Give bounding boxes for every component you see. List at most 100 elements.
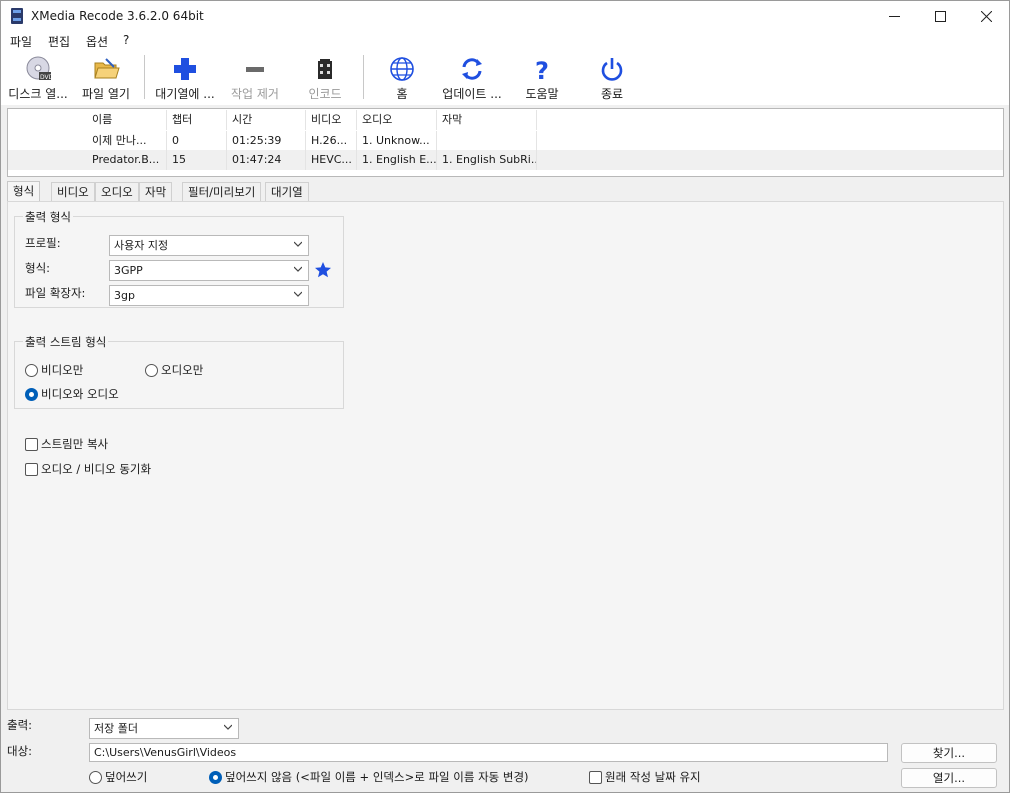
file-list-header: 이름 챕터 시간 비디오 오디오 자막 [8, 110, 1003, 130]
checkbox-box [25, 437, 38, 451]
radio-dot [145, 363, 158, 377]
checkbox-box [25, 462, 38, 476]
maximize-icon[interactable] [917, 1, 963, 31]
tab-format[interactable]: 형식 [7, 181, 41, 202]
add-queue-label: 대기열에 ... [155, 87, 215, 101]
globe-icon [388, 55, 416, 83]
audio-only-radio[interactable]: 오디오만 [145, 362, 203, 378]
question-icon: ? [528, 55, 556, 85]
refresh-icon [458, 55, 486, 83]
table-row[interactable]: Predator.B... 15 01:47:24 HEVC... 1. Eng… [8, 150, 1003, 170]
output-value: 저장 폴더 [94, 722, 138, 735]
remove-job-label: 작업 제거 [231, 87, 279, 101]
tab-filter-preview[interactable]: 필터/미리보기 [182, 182, 262, 201]
minimize-icon[interactable] [871, 1, 917, 31]
cell-name: Predator.B... [87, 150, 167, 170]
output-stream-title: 출력 스트림 형식 [23, 334, 109, 350]
tab-subtitle[interactable]: 자막 [139, 182, 173, 201]
column-chapters[interactable]: 챕터 [167, 110, 227, 130]
update-label: 업데이트 ... [442, 87, 502, 101]
profile-select[interactable]: 사용자 지정 [109, 235, 309, 256]
keep-date-label: 원래 작성 날짜 유지 [605, 770, 701, 784]
chevron-down-icon [294, 241, 302, 247]
film-encode-icon [311, 55, 339, 83]
file-list[interactable]: 이름 챕터 시간 비디오 오디오 자막 이제 만나... 0 01:25:39 … [7, 108, 1004, 177]
update-button[interactable]: 업데이트 ... [439, 53, 505, 103]
home-label: 홈 [396, 87, 408, 101]
av-sync-checkbox[interactable]: 오디오 / 비디오 동기화 [25, 461, 151, 477]
tab-audio[interactable]: 오디오 [95, 182, 139, 201]
menu-help[interactable]: ? [123, 33, 129, 47]
column-subtitle[interactable]: 자막 [437, 110, 537, 130]
keep-date-checkbox[interactable]: 원래 작성 날짜 유지 [589, 769, 701, 785]
toolbar: DVD 디스크 열... 파일 열기 대기열에 ... 작업 제거 인코드 홈 … [1, 51, 1009, 105]
chevron-down-icon [294, 266, 302, 272]
audio-only-label: 오디오만 [161, 363, 204, 377]
file-open-button[interactable]: 파일 열기 [77, 53, 135, 103]
menu-options[interactable]: 옵션 [86, 33, 108, 50]
target-path-field[interactable]: C:\Users\VenusGirl\Videos [89, 743, 888, 762]
copy-streams-label: 스트림만 복사 [41, 437, 109, 451]
column-audio[interactable]: 오디오 [357, 110, 437, 130]
app-window: XMedia Recode 3.6.2.0 64bit 파일 편집 옵션 ? D… [0, 0, 1010, 793]
exit-label: 종료 [600, 87, 624, 101]
overwrite-label: 덮어쓰기 [105, 770, 148, 784]
chevron-down-icon [224, 724, 232, 730]
radio-dot-selected [25, 387, 38, 401]
output-label: 출력: [7, 718, 33, 732]
help-button[interactable]: ? 도움말 [519, 53, 565, 103]
film-app-icon [11, 8, 23, 24]
window-title: XMedia Recode 3.6.2.0 64bit [31, 9, 204, 23]
folder-open-icon [92, 55, 120, 83]
cell-subtitle [437, 131, 537, 151]
output-format-group: 출력 형식 프로필: 사용자 지정 형식: 3GPP 파일 확장자: 3gp [14, 209, 344, 308]
target-label: 대상: [7, 744, 33, 758]
video-audio-radio[interactable]: 비디오와 오디오 [25, 386, 119, 402]
exit-button[interactable]: 종료 [594, 53, 630, 103]
output-select[interactable]: 저장 폴더 [89, 718, 239, 739]
overwrite-radio[interactable]: 덮어쓰기 [89, 769, 147, 785]
video-only-radio[interactable]: 비디오만 [25, 362, 83, 378]
remove-job-button[interactable]: 작업 제거 [225, 53, 285, 103]
toolbar-divider [363, 55, 364, 99]
disc-icon: DVD [24, 55, 54, 83]
toolbar-divider [144, 55, 145, 99]
cell-video: H.26... [306, 131, 357, 151]
cell-time: 01:47:24 [227, 150, 306, 170]
column-time[interactable]: 시간 [227, 110, 306, 130]
favorite-star-icon[interactable] [313, 260, 333, 280]
no-overwrite-label: 덮어쓰지 않음 (<파일 이름 + 인덱스>로 파일 이름 자동 변경) [225, 770, 529, 784]
home-button[interactable]: 홈 [382, 53, 422, 103]
column-video[interactable]: 비디오 [306, 110, 357, 130]
format-select[interactable]: 3GPP [109, 260, 309, 281]
extension-select[interactable]: 3gp [109, 285, 309, 306]
browse-button[interactable]: 찾기... [901, 743, 997, 763]
radio-dot [89, 770, 102, 784]
copy-streams-checkbox[interactable]: 스트림만 복사 [25, 436, 108, 452]
disc-open-label: 디스크 열... [8, 87, 68, 101]
video-audio-label: 비디오와 오디오 [41, 387, 119, 401]
open-button[interactable]: 열기... [901, 768, 997, 788]
menu-file[interactable]: 파일 [10, 33, 32, 50]
tab-video[interactable]: 비디오 [51, 182, 95, 201]
no-overwrite-radio[interactable]: 덮어쓰지 않음 (<파일 이름 + 인덱스>로 파일 이름 자동 변경) [209, 769, 529, 785]
table-row[interactable]: 이제 만나... 0 01:25:39 H.26... 1. Unknow... [8, 131, 1003, 151]
extension-value: 3gp [114, 289, 135, 302]
radio-dot [25, 363, 38, 377]
encode-button[interactable]: 인코드 [299, 53, 351, 103]
close-icon[interactable] [963, 1, 1009, 31]
add-queue-button[interactable]: 대기열에 ... [152, 53, 218, 103]
profile-value: 사용자 지정 [114, 239, 169, 252]
title-bar: XMedia Recode 3.6.2.0 64bit [1, 1, 1009, 31]
output-format-title: 출력 형식 [23, 209, 73, 225]
format-value: 3GPP [114, 264, 143, 277]
svg-text:DVD: DVD [40, 74, 52, 81]
radio-dot-selected [209, 770, 222, 784]
menu-edit[interactable]: 편집 [48, 33, 70, 50]
profile-label: 프로필: [25, 236, 61, 250]
encode-label: 인코드 [308, 87, 342, 101]
help-label: 도움말 [525, 87, 559, 101]
column-name[interactable]: 이름 [87, 110, 167, 130]
disc-open-button[interactable]: DVD 디스크 열... [5, 53, 71, 103]
tab-queue[interactable]: 대기열 [265, 182, 309, 201]
